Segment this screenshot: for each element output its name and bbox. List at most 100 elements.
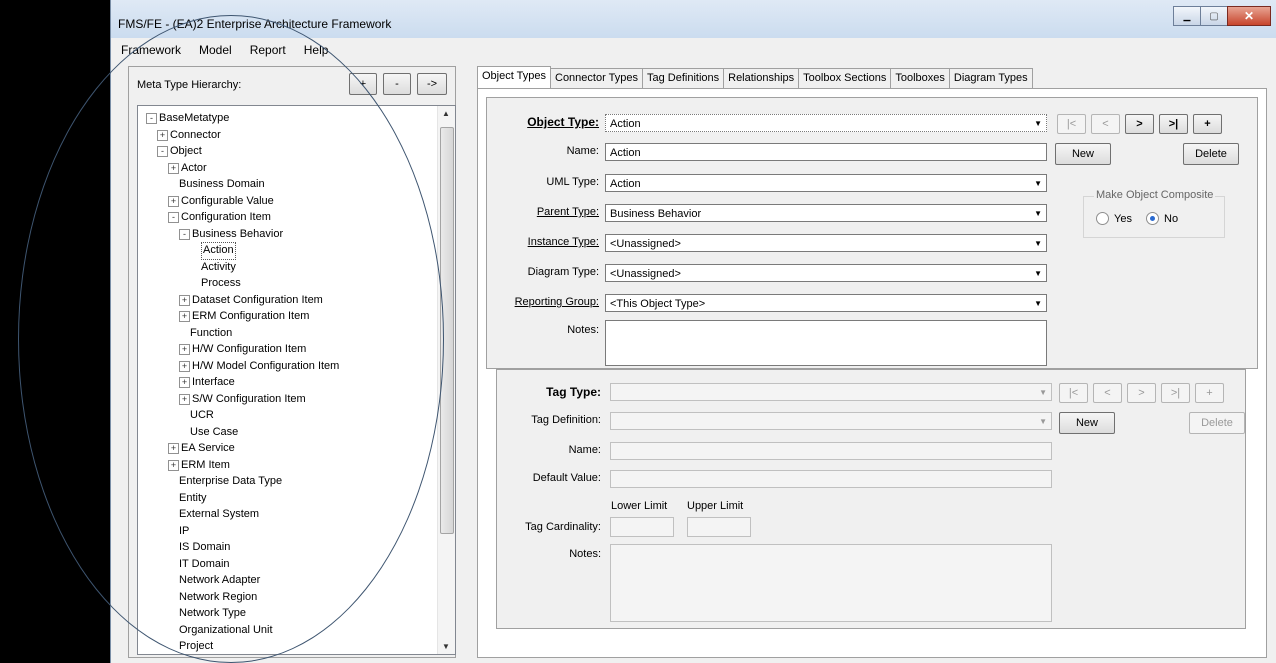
expand-icon[interactable]: + (179, 377, 190, 388)
expand-icon[interactable]: + (179, 294, 190, 306)
scroll-thumb[interactable] (440, 127, 454, 534)
menu-framework[interactable]: Framework (113, 43, 189, 57)
tree-node[interactable]: Project (179, 638, 213, 654)
tag-previous-button[interactable]: < (1093, 383, 1122, 403)
tab-toolbox-sections[interactable]: Toolbox Sections (798, 68, 892, 88)
tree-node[interactable]: Dataset Configuration Item (192, 292, 323, 308)
tree-node[interactable]: Business Behavior (192, 226, 283, 242)
tree-node[interactable]: Actor (181, 160, 207, 176)
add-type-button[interactable]: + (349, 73, 377, 95)
tree-node[interactable]: ERM Configuration Item (192, 308, 309, 324)
expand-icon[interactable]: + (168, 162, 179, 174)
expand-icon[interactable]: + (179, 344, 190, 355)
expand-icon[interactable]: + (179, 393, 190, 405)
tag-type-select[interactable]: ▼ (610, 383, 1052, 401)
collapse-icon[interactable]: - (168, 212, 179, 223)
composite-no-radio[interactable]: No (1146, 212, 1178, 225)
tree-node[interactable]: External System (179, 506, 259, 522)
tree-node[interactable]: Object (170, 143, 202, 159)
tree-scrollbar[interactable]: ▲ ▼ (437, 106, 455, 654)
tree-node[interactable]: IT Domain (179, 556, 230, 572)
lower-limit-input[interactable] (610, 517, 674, 537)
tree-node[interactable]: EA Service (181, 440, 235, 456)
reporting-group-select[interactable]: <This Object Type> ▼ (605, 294, 1047, 312)
expand-icon[interactable]: + (168, 443, 179, 454)
tree-node[interactable]: IS Domain (179, 539, 230, 555)
tree-node[interactable]: Process (201, 275, 241, 291)
tree-node[interactable]: Interface (192, 374, 235, 390)
collapse-icon[interactable]: - (157, 146, 168, 157)
tree-node[interactable]: Enterprise Data Type (179, 473, 282, 489)
tag-add-button[interactable]: + (1195, 383, 1224, 403)
close-button[interactable]: ✕ (1227, 6, 1271, 26)
object-type-select[interactable]: Action ▼ (605, 114, 1047, 132)
tree-node[interactable]: Organizational Unit (179, 622, 273, 638)
parent-type-select[interactable]: Business Behavior ▼ (605, 204, 1047, 222)
uml-type-select[interactable]: Action ▼ (605, 174, 1047, 192)
maximize-button[interactable]: ▢ (1200, 6, 1228, 26)
scroll-up-icon[interactable]: ▲ (442, 109, 450, 118)
tree-node[interactable]: H/W Model Configuration Item (192, 358, 339, 374)
upper-limit-input[interactable] (687, 517, 751, 537)
tree-node[interactable]: Business Domain (179, 176, 265, 192)
tree-node[interactable]: ERM Item (181, 457, 230, 473)
tag-next-button[interactable]: > (1127, 383, 1156, 403)
tree-node[interactable]: H/W Configuration Item (192, 341, 306, 357)
tree-node[interactable]: Entity (179, 490, 207, 506)
new-tag-button[interactable]: New (1059, 412, 1115, 434)
collapse-icon[interactable]: - (146, 113, 157, 124)
tag-last-button[interactable]: >| (1161, 383, 1190, 403)
first-button[interactable]: |< (1057, 114, 1086, 134)
menu-help[interactable]: Help (296, 43, 337, 57)
tree-node[interactable]: Configurable Value (181, 193, 274, 209)
tag-notes-textarea[interactable] (610, 544, 1052, 622)
scroll-down-icon[interactable]: ▼ (442, 642, 450, 651)
diagram-type-select[interactable]: <Unassigned> ▼ (605, 264, 1047, 282)
tree-node[interactable]: Connector (170, 127, 221, 143)
tag-definition-select[interactable]: ▼ (610, 412, 1052, 430)
instance-type-select[interactable]: <Unassigned> ▼ (605, 234, 1047, 252)
collapse-icon[interactable]: - (179, 228, 190, 240)
go-type-button[interactable]: -> (417, 73, 447, 95)
tree-node[interactable]: Action (201, 242, 236, 260)
minimize-button[interactable]: ▁ (1173, 6, 1201, 26)
type-tree[interactable]: - BaseMetatype + Connector - Object + Actor Busi… (137, 105, 456, 655)
default-value-input[interactable] (610, 470, 1052, 488)
previous-button[interactable]: < (1091, 114, 1120, 134)
composite-yes-radio[interactable]: Yes (1096, 212, 1132, 225)
expand-icon[interactable]: + (179, 360, 190, 372)
notes-textarea[interactable] (605, 320, 1047, 366)
last-button[interactable]: >| (1159, 114, 1188, 134)
tree-node[interactable]: UCR (190, 407, 214, 423)
tree-node[interactable]: Network Adapter (179, 572, 260, 588)
tree-node[interactable]: Network Region (179, 589, 257, 605)
tag-first-button[interactable]: |< (1059, 383, 1088, 403)
delete-object-button[interactable]: Delete (1183, 143, 1239, 165)
expand-icon[interactable]: + (157, 129, 168, 141)
tree-node[interactable]: Network Type (179, 605, 246, 621)
tab-relationships[interactable]: Relationships (723, 68, 800, 88)
tag-name-input[interactable] (610, 442, 1052, 460)
next-button[interactable]: > (1125, 114, 1154, 134)
expand-icon[interactable]: + (179, 311, 190, 322)
tree-node[interactable]: Function (190, 325, 232, 341)
tree-node[interactable]: Use Case (190, 424, 238, 440)
tree-node[interactable]: BaseMetatype (159, 110, 229, 126)
menu-report[interactable]: Report (242, 43, 294, 57)
delete-tag-button[interactable]: Delete (1189, 412, 1245, 434)
tab-connector-types[interactable]: Connector Types (550, 68, 643, 88)
name-input[interactable]: Action (605, 143, 1047, 161)
remove-type-button[interactable]: - (383, 73, 411, 95)
tab-object-types[interactable]: Object Types (477, 66, 551, 88)
expand-icon[interactable]: + (168, 195, 179, 207)
expand-icon[interactable]: + (168, 459, 179, 471)
menu-model[interactable]: Model (191, 43, 240, 57)
tab-toolboxes[interactable]: Toolboxes (890, 68, 950, 88)
tab-diagram-types[interactable]: Diagram Types (948, 68, 1033, 88)
tab-tag-definitions[interactable]: Tag Definitions (641, 68, 725, 88)
add-object-button[interactable]: + (1193, 114, 1222, 134)
tree-node[interactable]: Configuration Item (181, 209, 271, 225)
new-object-button[interactable]: New (1055, 143, 1111, 165)
tree-node[interactable]: S/W Configuration Item (192, 391, 306, 407)
tree-node[interactable]: IP (179, 523, 189, 539)
